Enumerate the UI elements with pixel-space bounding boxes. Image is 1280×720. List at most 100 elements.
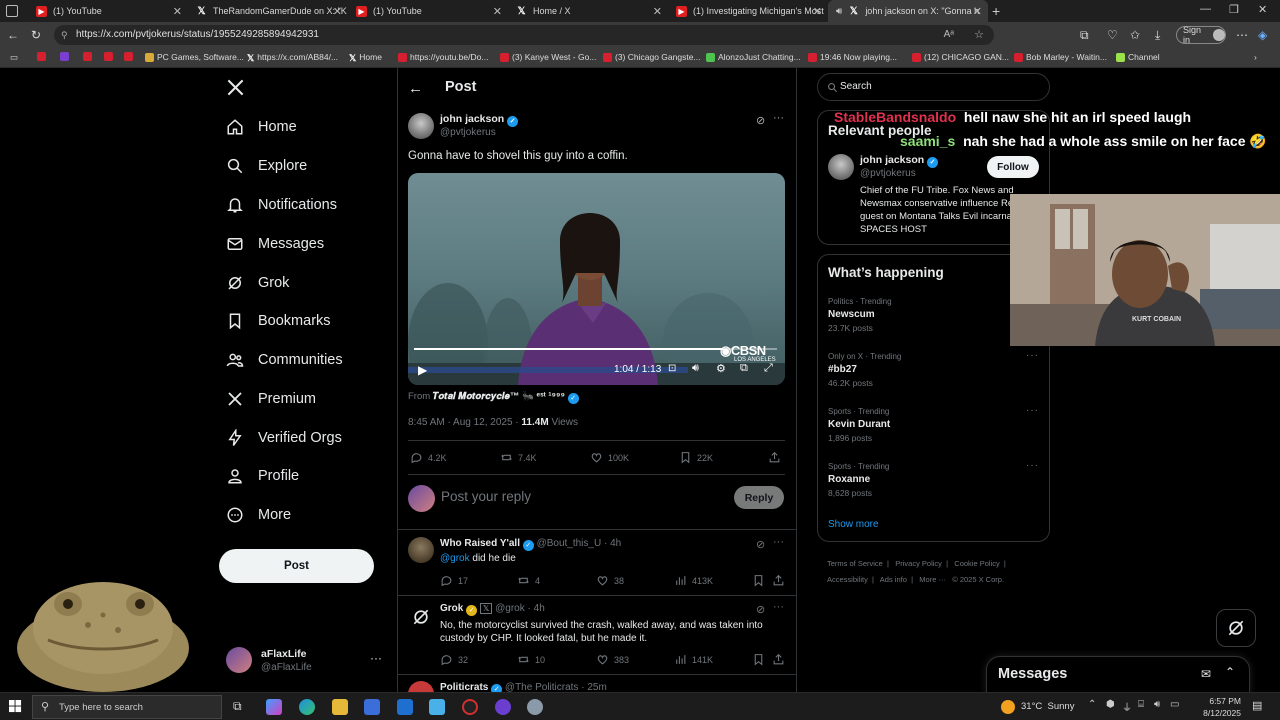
- usb-icon[interactable]: ⏚: [1122, 699, 1132, 714]
- relevant-handle[interactable]: @pvtjokerus: [860, 168, 916, 179]
- bookmark-item[interactable]: PC Games, Software...: [145, 52, 244, 62]
- nav-explore[interactable]: Explore: [226, 154, 307, 178]
- nav-notifications[interactable]: Notifications: [226, 193, 337, 217]
- bookmark-item[interactable]: (3) Chicago Gangste...: [603, 52, 701, 62]
- like-button[interactable]: 100K: [590, 451, 629, 464]
- photos-icon[interactable]: [429, 699, 445, 715]
- tab-x-home[interactable]: 𝕏 Home / X ✕: [508, 0, 668, 22]
- clock-time[interactable]: 6:57 PM: [1205, 696, 1241, 706]
- back-arrow-icon[interactable]: ←: [408, 80, 423, 97]
- bookmark-item[interactable]: 𝕏 Home: [349, 52, 382, 63]
- site-info-icon[interactable]: ⚲: [61, 25, 68, 45]
- app-icon[interactable]: [527, 699, 543, 715]
- nav-verified-orgs[interactable]: Verified Orgs: [226, 426, 342, 450]
- close-icon[interactable]: ✕: [173, 5, 182, 18]
- bookmark-item[interactable]: 𝕏https://x.com/AB84/...: [247, 52, 338, 63]
- grok-float-button[interactable]: [1216, 609, 1256, 647]
- repost-button[interactable]: 4: [517, 574, 540, 587]
- trend-more-icon[interactable]: ···: [1026, 460, 1039, 471]
- close-icon[interactable]: ✕: [973, 5, 982, 18]
- volume-icon[interactable]: 🔊︎: [1154, 699, 1160, 710]
- reply-button[interactable]: 4.2K: [410, 451, 447, 464]
- nav-more[interactable]: More: [226, 503, 291, 527]
- reply-avatar[interactable]: [408, 681, 434, 692]
- nav-profile[interactable]: Profile: [226, 464, 299, 488]
- reply-button[interactable]: 32: [440, 653, 468, 666]
- close-icon[interactable]: ✕: [493, 5, 502, 18]
- footer-link[interactable]: Accessibility: [827, 575, 868, 584]
- bookmark-item[interactable]: (3) Kanye West - Go...: [500, 52, 596, 62]
- fullscreen-icon[interactable]: ⤢: [764, 362, 773, 375]
- minimize-icon[interactable]: —: [1200, 3, 1211, 15]
- bookmark-youtube-icon[interactable]: [83, 52, 92, 61]
- bookmark-button[interactable]: [752, 653, 765, 666]
- tab-actions-icon[interactable]: [6, 5, 18, 17]
- bookmark-youtube-icon[interactable]: [124, 52, 133, 61]
- trend-more-icon[interactable]: ···: [1026, 350, 1039, 361]
- reply-button[interactable]: 17: [440, 574, 468, 587]
- more-options-icon[interactable]: ···: [773, 601, 784, 613]
- tray-chevron-icon[interactable]: ⌃: [1088, 699, 1096, 710]
- nav-messages[interactable]: Messages: [226, 232, 324, 256]
- trend-item[interactable]: Sports · Trending Kevin Durant 1,896 pos…: [828, 407, 890, 443]
- menu-dots-icon[interactable]: ⋯: [1236, 28, 1248, 42]
- browser-essentials-icon[interactable]: ♡: [1107, 28, 1118, 42]
- trend-item[interactable]: Only on X · Trending #bb27 46.2K posts: [828, 352, 901, 388]
- bookmark-youtube-icon[interactable]: [104, 52, 113, 61]
- footer-link[interactable]: Ads info: [880, 575, 907, 584]
- trend-item[interactable]: Politics · Trending Newscum 23.7K posts: [828, 297, 892, 333]
- close-icon[interactable]: ✕: [813, 5, 822, 18]
- like-button[interactable]: 383: [596, 653, 629, 666]
- obs-icon[interactable]: [462, 699, 478, 715]
- volume-icon[interactable]: 🔊︎: [692, 362, 699, 375]
- new-tab-button[interactable]: +: [992, 3, 1000, 19]
- clock-date[interactable]: 8/12/2025: [1196, 708, 1241, 718]
- tray-app-icon[interactable]: ⬢: [1106, 699, 1115, 710]
- copilot-app-icon[interactable]: [266, 699, 282, 715]
- bookmark-item[interactable]: AlonzoJust Chatting...: [706, 52, 801, 62]
- repost-button[interactable]: 10: [517, 653, 545, 666]
- footer-link[interactable]: Privacy Policy: [895, 559, 942, 568]
- network-icon[interactable]: ⌸: [1138, 699, 1144, 710]
- like-button[interactable]: 38: [596, 574, 624, 587]
- tab-x-randomgamer[interactable]: 𝕏 TheRandomGamerDude on X: "K ✕: [188, 0, 348, 22]
- relevant-avatar[interactable]: [828, 154, 854, 180]
- download-icon[interactable]: ⤓: [1155, 28, 1160, 43]
- views-button[interactable]: 141K: [674, 653, 713, 666]
- captions-icon[interactable]: ⊡: [668, 363, 676, 374]
- tab-youtube-1[interactable]: ▶ (1) YouTube ✕: [28, 0, 188, 22]
- trend-more-icon[interactable]: ···: [1026, 405, 1039, 416]
- messages-drawer[interactable]: Messages ✉ ⌃: [986, 656, 1250, 692]
- grok-explain-icon[interactable]: ⊘: [756, 538, 765, 551]
- bookmark-youtube-icon[interactable]: [37, 52, 46, 61]
- grok-explain-icon[interactable]: ⊘: [756, 114, 765, 127]
- footer-link[interactable]: Terms of Service: [827, 559, 883, 568]
- file-explorer-icon[interactable]: [332, 699, 348, 715]
- windows-start-icon[interactable]: [9, 700, 22, 713]
- reply-avatar[interactable]: [408, 537, 434, 563]
- account-menu-icon[interactable]: ···: [370, 651, 382, 665]
- tab-x-johnjackson-active[interactable]: 🔊︎ 𝕏 john jackson on X: "Gonna h ✕: [828, 0, 988, 22]
- restore-icon[interactable]: ❐: [1229, 3, 1239, 16]
- tab-youtube-michigan[interactable]: ▶ (1) Investigating Michigan's Most ✕: [668, 0, 828, 22]
- store-icon[interactable]: [364, 699, 380, 715]
- follow-button[interactable]: Follow: [987, 156, 1039, 178]
- author-name[interactable]: john jackson ✓: [440, 113, 519, 127]
- refresh-icon[interactable]: ↻: [31, 28, 41, 42]
- nav-grok[interactable]: Grok: [226, 271, 289, 295]
- nav-communities[interactable]: Communities: [226, 348, 343, 372]
- bookmark-item[interactable]: https://youtu.be/Do...: [398, 52, 488, 62]
- bookmark-button[interactable]: 22K: [679, 451, 713, 464]
- bookmark-item[interactable]: Bob Marley - Waitin...: [1014, 52, 1107, 62]
- settings-gear-icon[interactable]: ⚙: [716, 362, 726, 375]
- share-button[interactable]: [772, 653, 785, 666]
- close-icon[interactable]: ✕: [653, 5, 662, 18]
- play-icon[interactable]: ▶: [418, 363, 427, 377]
- nav-premium[interactable]: Premium: [226, 387, 316, 411]
- extensions-icon[interactable]: ⧉: [1080, 28, 1089, 43]
- tab-youtube-2[interactable]: ▶ (1) YouTube ✕: [348, 0, 508, 22]
- new-message-icon[interactable]: ✉: [1201, 667, 1211, 681]
- taskbar-search-input[interactable]: Type here to search: [59, 702, 143, 713]
- copilot-icon[interactable]: ◈: [1258, 28, 1267, 42]
- compose-post-button[interactable]: Post: [219, 549, 374, 583]
